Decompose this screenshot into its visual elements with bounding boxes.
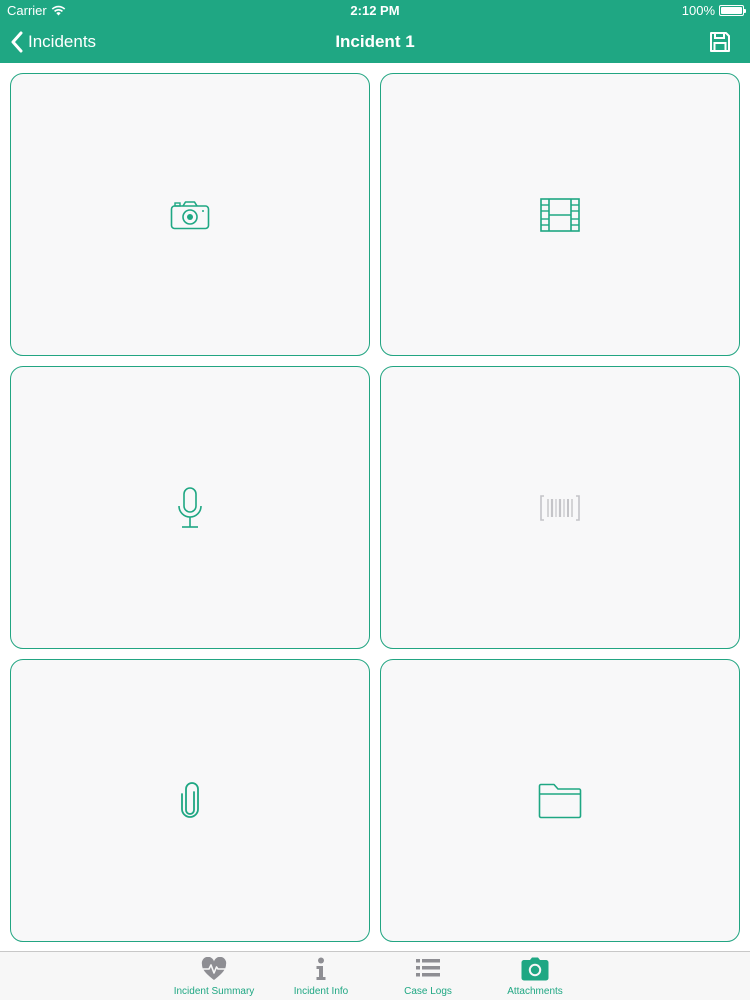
folder-icon [538,783,582,818]
tab-incident-summary[interactable]: Incident Summary [169,952,259,1000]
document-tile[interactable] [10,659,370,942]
audio-tile[interactable] [10,366,370,649]
microphone-icon [178,486,202,528]
camera-icon [521,957,549,981]
incident-attachments-screen: Carrier 2:12 PM 100% Incidents Incident … [0,0,750,1000]
folder-tile[interactable] [380,659,740,942]
tab-label: Attachments [507,986,563,997]
battery-percent: 100% [681,3,715,18]
barcode-tile[interactable] [380,366,740,649]
camera-icon [170,200,210,229]
info-icon [316,957,326,980]
save-icon[interactable] [708,30,732,54]
header: Carrier 2:12 PM 100% Incidents Incident … [0,0,750,63]
video-tile[interactable] [380,73,740,356]
navigation-bar: Incidents Incident 1 [0,22,750,63]
page-title: Incident 1 [335,32,415,51]
battery-icon [719,5,746,16]
film-icon [540,197,580,232]
tab-case-logs[interactable]: Case Logs [383,952,473,1000]
status-bar: Carrier 2:12 PM 100% [0,0,750,22]
heart-pulse-icon [201,957,227,980]
camera-tile[interactable] [10,73,370,356]
status-time: 2:12 PM [350,3,400,18]
barcode-icon [540,494,580,521]
tab-attachments[interactable]: Attachments [490,952,580,1000]
battery-indicator: 100% [681,3,746,18]
paperclip-icon [181,781,199,818]
tab-incident-info[interactable]: Incident Info [276,952,366,1000]
tab-bar: Incident Summary Incident Info Case Logs [0,951,750,1000]
list-icon [416,959,440,977]
